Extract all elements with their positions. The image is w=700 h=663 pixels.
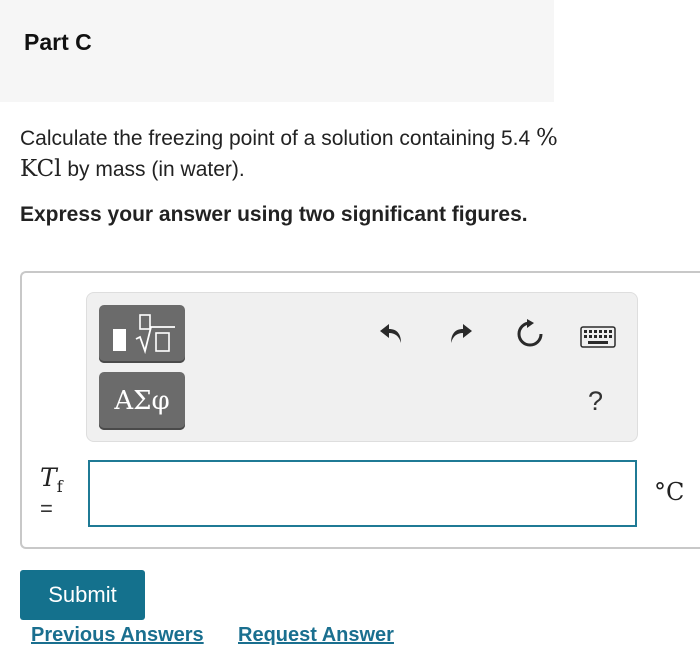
equals-sign: = — [40, 496, 53, 521]
undo-icon[interactable] — [376, 318, 406, 348]
redo-icon[interactable] — [446, 318, 476, 348]
reset-icon[interactable] — [514, 318, 546, 350]
greek-symbols-button[interactable]: ΑΣφ — [99, 372, 185, 430]
percent-symbol: % — [536, 125, 558, 151]
submit-button[interactable]: Submit — [20, 570, 145, 620]
request-answer-link[interactable]: Request Answer — [238, 624, 394, 647]
part-header: Part C — [0, 0, 554, 102]
answer-instruction: Express your answer using two significan… — [20, 203, 528, 226]
variable-symbol: T — [40, 463, 57, 492]
templates-sqrt-icon — [113, 314, 175, 355]
compound-formula: KCl — [20, 156, 62, 182]
keyboard-icon[interactable] — [580, 326, 616, 348]
question-text-after: by mass (in water). — [61, 158, 245, 181]
question-text-before: Calculate the freezing point of a soluti… — [20, 127, 537, 150]
help-button[interactable]: ? — [588, 386, 603, 417]
previous-answers-link[interactable]: Previous Answers — [31, 624, 204, 647]
variable-subscript: f — [56, 477, 63, 496]
answer-input[interactable] — [88, 460, 637, 527]
unit-label: °C — [654, 478, 685, 506]
templates-button[interactable] — [99, 305, 185, 363]
part-title: Part C — [24, 29, 92, 55]
variable-label: Tf — [40, 463, 63, 496]
question-text: Calculate the freezing point of a soluti… — [20, 123, 560, 185]
